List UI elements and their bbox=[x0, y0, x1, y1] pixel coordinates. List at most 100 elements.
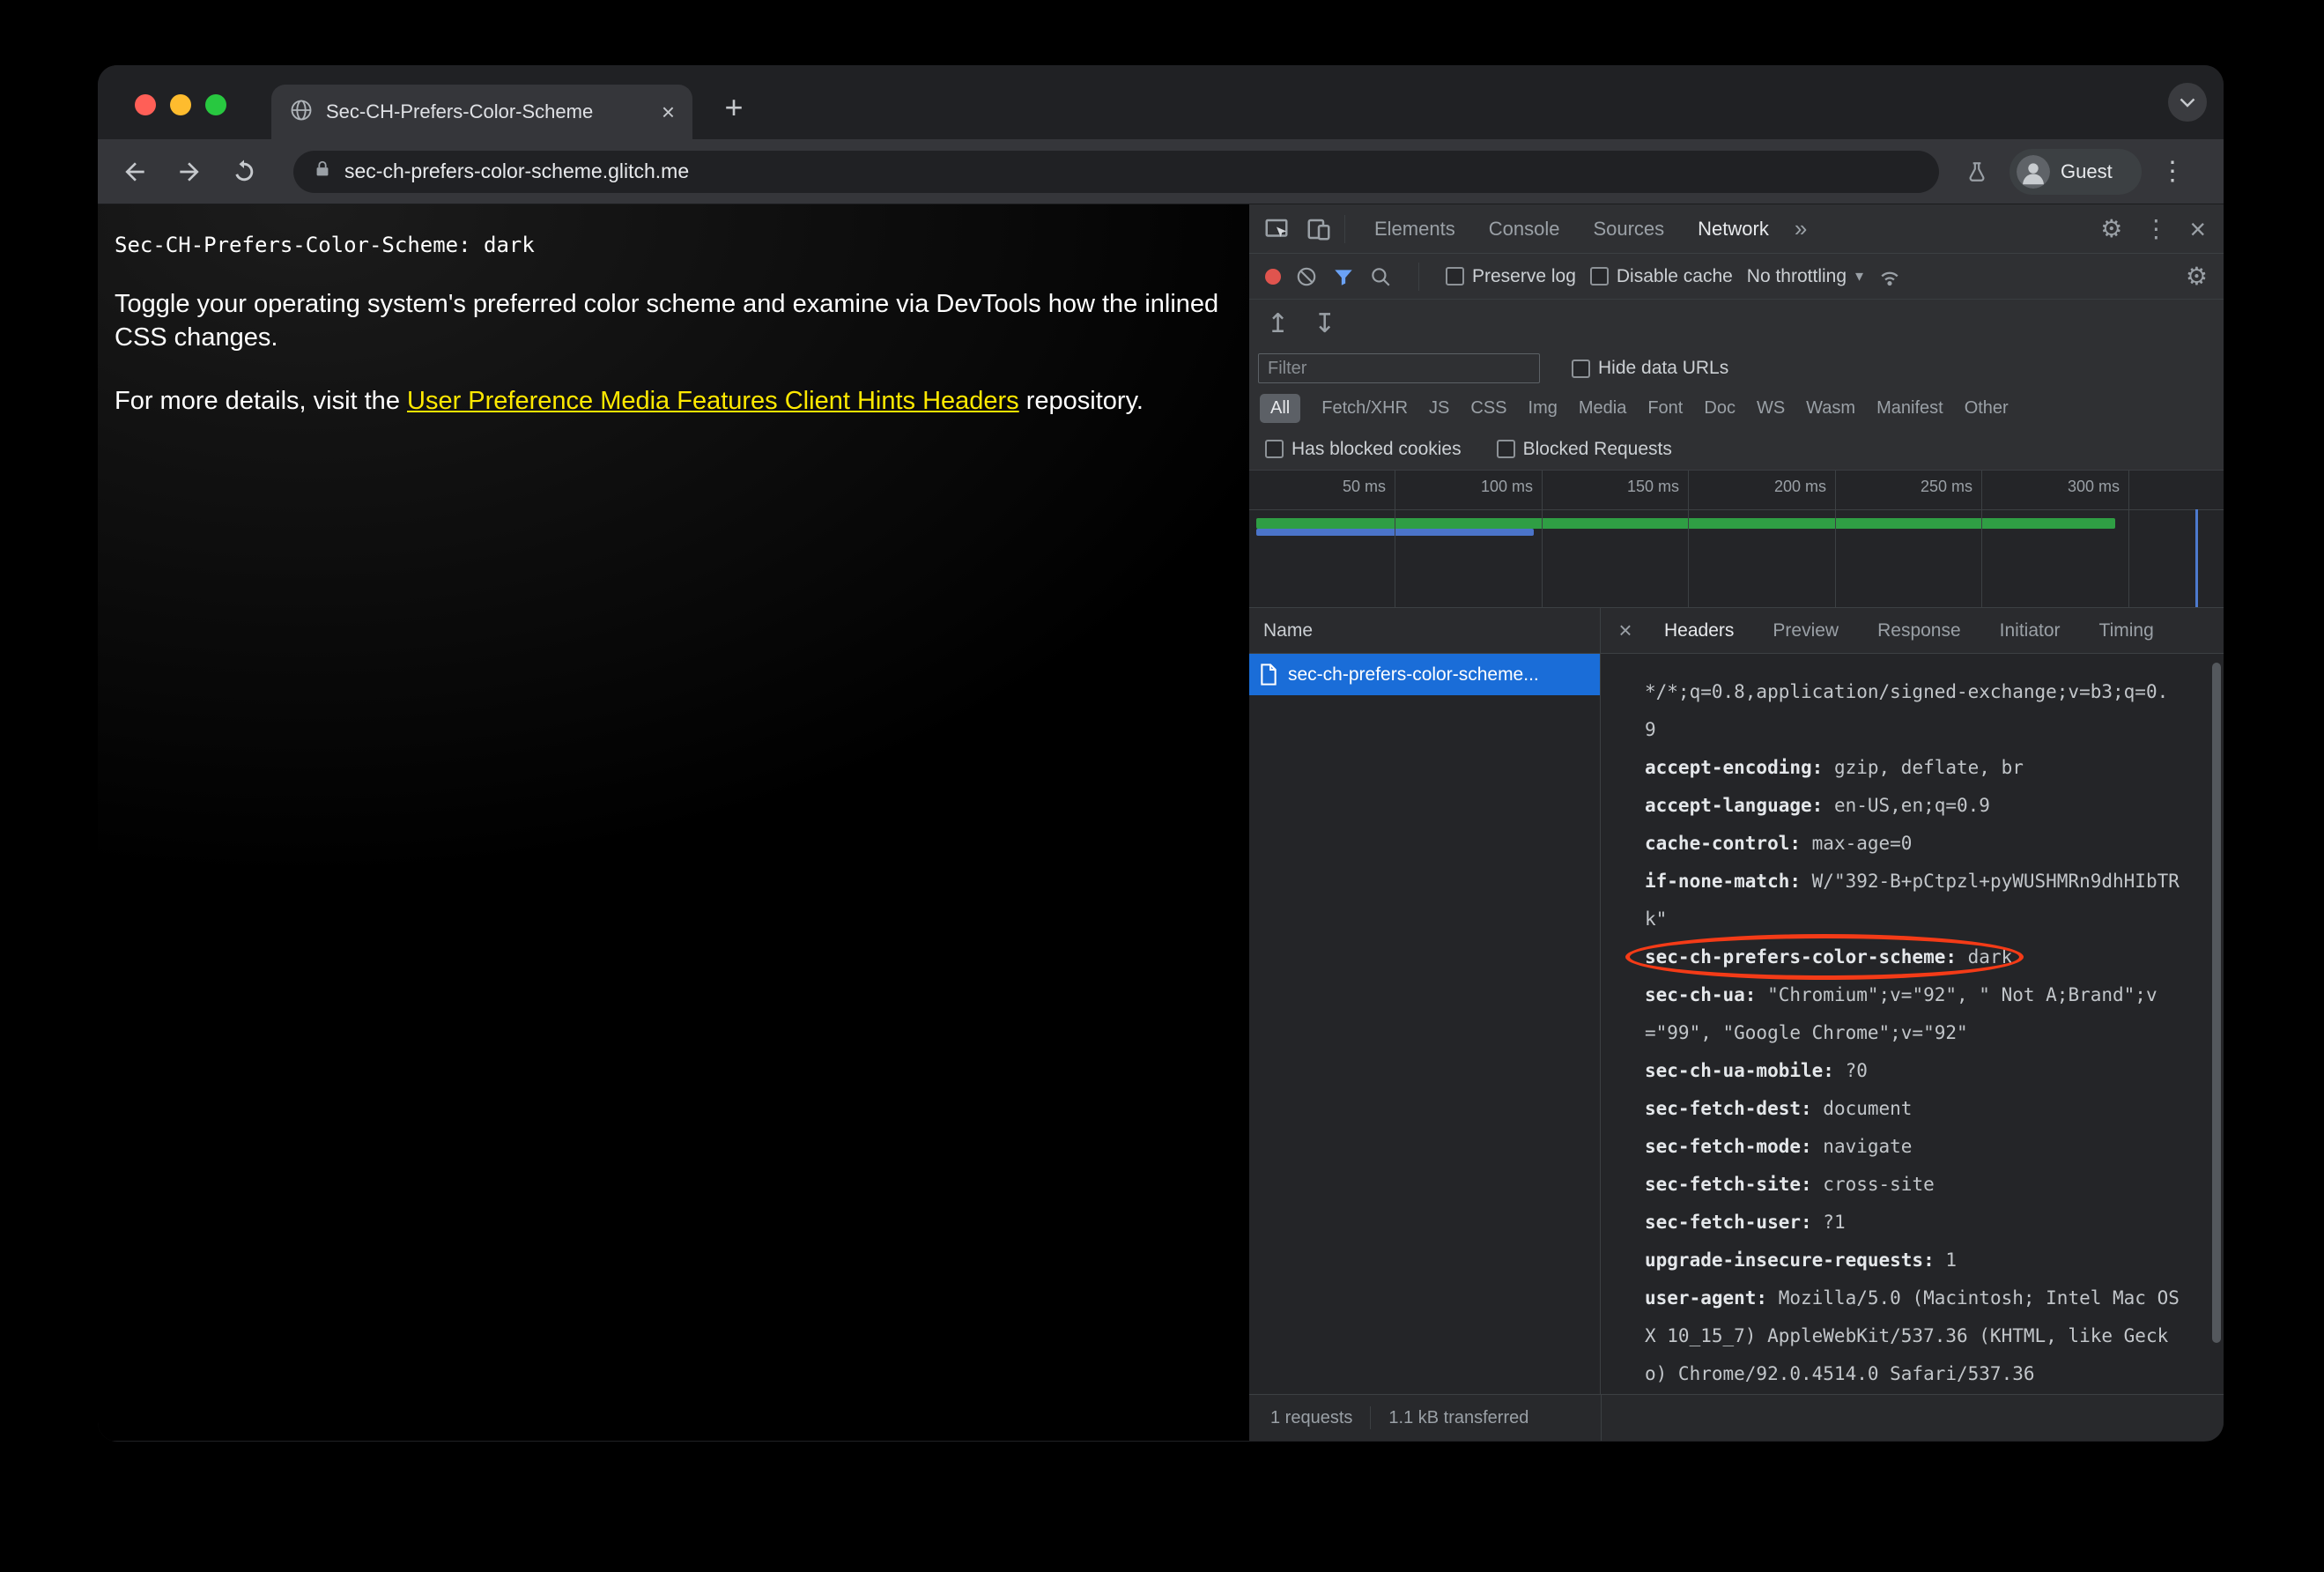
tab-search-button[interactable] bbox=[2168, 83, 2207, 122]
forward-button[interactable] bbox=[175, 158, 204, 186]
window-close-button[interactable] bbox=[135, 94, 156, 115]
request-row[interactable]: sec-ch-prefers-color-scheme... bbox=[1249, 654, 1600, 695]
panel-tab-network[interactable]: Network bbox=[1681, 204, 1786, 254]
search-icon[interactable] bbox=[1369, 265, 1392, 288]
panel-tab-elements[interactable]: Elements bbox=[1358, 204, 1472, 254]
window-minimize-button[interactable] bbox=[170, 94, 191, 115]
filter-pill-font[interactable]: Font bbox=[1647, 398, 1683, 419]
avatar bbox=[2017, 154, 2050, 189]
network-status-bar: 1 requests 1.1 kB transferred bbox=[1249, 1394, 2224, 1441]
timeline-gridline bbox=[1542, 471, 1543, 607]
network-settings-gear-icon[interactable]: ⚙ bbox=[2186, 263, 2208, 289]
record-button[interactable] bbox=[1265, 268, 1281, 285]
inspect-element-icon[interactable] bbox=[1263, 216, 1290, 242]
window-zoom-button[interactable] bbox=[205, 94, 226, 115]
header-line: sec-fetch-site: cross-site bbox=[1645, 1166, 2188, 1204]
export-har-icon[interactable]: ↧ bbox=[1314, 311, 1336, 337]
detail-tab-response[interactable]: Response bbox=[1858, 620, 1980, 641]
detail-tab-preview[interactable]: Preview bbox=[1753, 620, 1858, 641]
filter-pill-js[interactable]: JS bbox=[1429, 398, 1449, 419]
more-panels-chevron-icon[interactable]: » bbox=[1786, 215, 1816, 242]
device-toolbar-icon[interactable] bbox=[1306, 216, 1332, 242]
preserve-log-checkbox[interactable] bbox=[1446, 267, 1464, 285]
preserve-log-toggle[interactable]: Preserve log bbox=[1446, 266, 1576, 287]
back-button[interactable] bbox=[121, 158, 149, 186]
timeline-tick-label: 200 ms bbox=[1773, 478, 1826, 495]
header-value: document bbox=[1811, 1098, 1913, 1119]
filter-pill-manifest[interactable]: Manifest bbox=[1876, 398, 1943, 419]
detail-tab-initiator[interactable]: Initiator bbox=[1980, 620, 2080, 641]
disable-cache-toggle[interactable]: Disable cache bbox=[1589, 266, 1733, 287]
header-line: sec-fetch-mode: navigate bbox=[1645, 1128, 2188, 1166]
filter-funnel-icon[interactable] bbox=[1332, 265, 1355, 288]
has-blocked-cookies-checkbox[interactable] bbox=[1265, 440, 1284, 458]
devtools-settings-gear-icon[interactable]: ⚙ bbox=[2100, 216, 2122, 241]
filter-pill-ws[interactable]: WS bbox=[1757, 398, 1785, 419]
header-name: sec-fetch-site: bbox=[1645, 1174, 1812, 1195]
blocked-requests-toggle[interactable]: Blocked Requests bbox=[1496, 439, 1672, 460]
detail-tab-timing[interactable]: Timing bbox=[2080, 620, 2173, 641]
header-line: X 10_15_7) AppleWebKit/537.36 (KHTML, li… bbox=[1645, 1317, 2188, 1355]
header-name: sec-fetch-user: bbox=[1645, 1212, 1812, 1233]
browser-tab[interactable]: Sec-CH-Prefers-Color-Scheme × bbox=[271, 85, 692, 139]
disable-cache-checkbox[interactable] bbox=[1589, 267, 1609, 285]
header-value: W/"392-B+pCtpzl+pyWUSHMRn9dhHIbTR bbox=[1801, 871, 2180, 892]
filter-pill-doc[interactable]: Doc bbox=[1704, 398, 1736, 419]
import-har-icon[interactable]: ↥ bbox=[1267, 311, 1289, 337]
filter-pill-wasm[interactable]: Wasm bbox=[1806, 398, 1855, 419]
header-line: if-none-match: W/"392-B+pCtpzl+pyWUSHMRn… bbox=[1645, 863, 2188, 901]
reload-button[interactable] bbox=[230, 158, 258, 186]
profile-button[interactable]: Guest bbox=[2009, 148, 2142, 195]
panel-tab-sources[interactable]: Sources bbox=[1576, 204, 1681, 254]
filter-pill-all[interactable]: All bbox=[1260, 393, 1301, 423]
header-line: accept-language: en-US,en;q=0.9 bbox=[1645, 787, 2188, 825]
transferred-size: 1.1 kB transferred bbox=[1388, 1407, 1529, 1427]
filter-pill-fetch-xhr[interactable]: Fetch/XHR bbox=[1321, 398, 1408, 419]
browser-menu-kebab-icon[interactable]: ⋮ bbox=[2159, 156, 2186, 187]
name-column-header[interactable]: Name bbox=[1249, 608, 1600, 654]
detail-tab-headers[interactable]: Headers bbox=[1645, 620, 1753, 641]
paragraph-text: repository. bbox=[1018, 387, 1143, 415]
url-bar[interactable]: sec-ch-prefers-color-scheme.glitch.me bbox=[293, 150, 1939, 193]
header-value: gzip, deflate, br bbox=[1823, 757, 2024, 778]
chevron-down-icon bbox=[2180, 98, 2195, 108]
hide-data-urls-checkbox[interactable] bbox=[1572, 359, 1590, 378]
request-detail-pane: × Headers Preview Response Initiator Timing … bbox=[1601, 608, 2224, 1394]
scrollbar-thumb[interactable] bbox=[2212, 663, 2221, 1343]
timeline-tick-label: 150 ms bbox=[1626, 478, 1679, 495]
chevron-down-icon: ▾ bbox=[1855, 267, 1864, 285]
new-tab-button[interactable]: + bbox=[713, 86, 755, 129]
panel-tab-console[interactable]: Console bbox=[1472, 204, 1577, 254]
devtools-menu-kebab-icon[interactable]: ⋮ bbox=[2143, 216, 2168, 241]
filter-pill-img[interactable]: Img bbox=[1528, 398, 1558, 419]
client-hints-repo-link[interactable]: User Preference Media Features Client Hi… bbox=[407, 387, 1019, 415]
detail-tabs-bar: × Headers Preview Response Initiator Timing bbox=[1601, 608, 2224, 654]
network-controls-bar: Preserve log Disable cache No throttling… bbox=[1249, 254, 2224, 300]
divider bbox=[1344, 214, 1345, 243]
divider bbox=[1418, 262, 1419, 291]
filter-pill-css[interactable]: CSS bbox=[1470, 398, 1506, 419]
tab-close-icon[interactable]: × bbox=[662, 100, 675, 123]
has-blocked-cookies-toggle[interactable]: Has blocked cookies bbox=[1265, 439, 1462, 460]
timeline-gridline bbox=[2128, 471, 2129, 607]
close-detail-icon[interactable]: × bbox=[1606, 617, 1645, 644]
network-overview[interactable]: 50 ms 100 ms 150 ms 200 ms 250 ms 300 ms bbox=[1249, 471, 2224, 608]
load-event-marker bbox=[2195, 509, 2198, 607]
timeline-tick-label: 250 ms bbox=[1920, 478, 1972, 495]
throttling-dropdown[interactable]: No throttling ▾ bbox=[1747, 266, 1863, 287]
filter-pill-media[interactable]: Media bbox=[1579, 398, 1626, 419]
filter-pill-other[interactable]: Other bbox=[1965, 398, 2009, 419]
labs-beaker-icon[interactable] bbox=[1965, 159, 1988, 184]
network-conditions-icon[interactable] bbox=[1877, 264, 1902, 289]
throttling-value: No throttling bbox=[1746, 265, 1847, 286]
header-value: max-age=0 bbox=[1801, 833, 1913, 854]
clear-icon[interactable] bbox=[1295, 265, 1318, 288]
blocked-requests-checkbox[interactable] bbox=[1496, 440, 1515, 458]
filter-input[interactable] bbox=[1258, 353, 1540, 383]
hide-data-urls-toggle[interactable]: Hide data URLs bbox=[1572, 358, 1728, 379]
profile-name: Guest bbox=[2061, 159, 2113, 182]
network-body: Name sec-ch-prefers-color-scheme... × He… bbox=[1249, 608, 2224, 1394]
header-line: upgrade-insecure-requests: 1 bbox=[1645, 1242, 2188, 1279]
devtools-close-icon[interactable]: × bbox=[2189, 215, 2206, 243]
header-line: sec-ch-ua-mobile: ?0 bbox=[1645, 1052, 2188, 1090]
